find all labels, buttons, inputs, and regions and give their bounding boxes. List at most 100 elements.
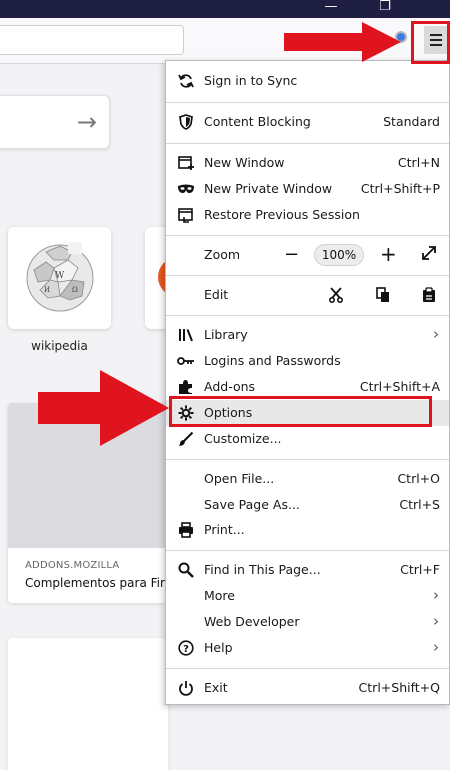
menu-item-help[interactable]: ? Help › [166,635,449,661]
arrow-to-menu-button-icon [284,22,401,62]
restore-session-icon [176,205,196,225]
menu-item-label: Content Blocking [204,114,311,129]
menu-item-exit[interactable]: Exit Ctrl+Shift+Q [166,675,449,701]
menu-button-highlight [411,21,450,64]
menu-item-logins[interactable]: Logins and Passwords [166,348,449,374]
menu-separator [166,315,449,316]
menu-item-label: Web Developer [204,614,300,629]
fullscreen-icon [422,246,436,260]
zoom-reset-button[interactable]: 100% [314,244,364,266]
title-bar: — ❐ [0,0,450,18]
arrow-to-options-icon [38,370,169,446]
restore-button[interactable]: ❐ [370,0,400,18]
menu-item-shortcut: Ctrl+O [397,471,440,486]
menu-item-shortcut: Ctrl+N [397,155,440,170]
menu-item-label: Add-ons [204,379,256,394]
menu-separator [166,668,449,669]
content-blocking-level: Standard [383,114,440,129]
options-highlight [169,396,432,427]
puzzle-piece-icon [176,377,196,397]
menu-item-restore-session[interactable]: Restore Previous Session [166,202,449,228]
new-window-icon [176,153,196,173]
menu-item-print[interactable]: Print... [166,517,449,543]
menu-item-save-page[interactable]: Save Page As... Ctrl+S [166,492,449,518]
menu-edit-controls: Edit [166,282,449,308]
menu-separator [166,235,449,236]
menu-item-label: Library [204,327,248,342]
chevron-right-icon: › [433,638,439,656]
printer-icon [176,520,196,540]
menu-item-new-private-window[interactable]: New Private Window Ctrl+Shift+P [166,176,449,202]
search-arrow-icon[interactable]: → [77,108,97,136]
key-icon [176,351,196,371]
menu-separator [166,275,449,276]
story-card[interactable] [8,638,168,770]
menu-item-content-blocking[interactable]: Content Blocking Standard [166,109,449,135]
app-menu-panel: Sign in to Sync Content Blocking Standar… [165,60,450,705]
menu-separator [166,459,449,460]
menu-item-sign-in[interactable]: Sign in to Sync [166,68,449,94]
menu-item-label: Restore Previous Session [204,207,360,222]
shield-icon [176,112,196,132]
zoom-in-button[interactable]: + [380,242,397,266]
card-source: ADDONS.MOZILLA [25,560,120,571]
private-mask-icon [176,179,196,199]
menu-zoom-controls: Zoom − 100% + [166,242,449,268]
cut-button[interactable] [326,285,346,305]
zoom-out-button[interactable]: − [284,244,299,265]
svg-text:W: W [55,271,65,281]
fullscreen-button[interactable] [420,244,438,266]
power-icon [176,678,196,698]
scissors-icon [329,287,343,303]
card-title: Complementos para Firefox [25,576,168,590]
chevron-right-icon: › [433,612,439,630]
menu-item-more[interactable]: More › [166,583,449,609]
svg-text:Ω: Ω [72,286,78,294]
top-site-label[interactable]: wikipedia [8,339,111,353]
menu-item-shortcut: Ctrl+S [399,497,440,512]
menu-separator [166,143,449,144]
library-icon [176,325,196,345]
menu-item-label: Open File... [204,471,275,486]
copy-icon [376,287,389,302]
menu-item-label: Find in This Page... [204,562,321,577]
svg-text:И: И [44,286,50,294]
copy-button[interactable] [373,285,393,305]
menu-item-web-developer[interactable]: Web Developer › [166,609,449,635]
menu-separator [166,550,449,551]
edit-label: Edit [204,287,229,302]
chevron-right-icon: › [433,586,439,604]
menu-item-label: Save Page As... [204,497,300,512]
menu-item-customize[interactable]: Customize... [166,426,449,452]
search-box[interactable]: → [0,95,110,149]
menu-item-label: New Private Window [204,181,333,196]
top-site-wikipedia[interactable]: W Ω И [8,227,111,329]
menu-item-label: More [204,588,235,603]
svg-text:?: ? [183,644,189,655]
clipboard-icon [423,287,435,302]
menu-item-label: Logins and Passwords [204,353,341,368]
search-icon [176,560,196,580]
menu-item-shortcut: Ctrl+Shift+A [359,379,440,394]
menu-item-new-window[interactable]: New Window Ctrl+N [166,150,449,176]
help-icon: ? [176,638,196,658]
paste-button[interactable] [419,285,439,305]
menu-item-label: Help [204,640,233,655]
sync-icon [176,71,196,91]
wikipedia-globe-icon: W Ω И [26,242,94,312]
menu-item-label: Customize... [204,431,282,446]
menu-item-shortcut: Ctrl+F [400,562,440,577]
menu-item-open-file[interactable]: Open File... Ctrl+O [166,466,449,492]
url-bar[interactable] [0,25,184,55]
zoom-label: Zoom [204,247,241,262]
menu-item-find[interactable]: Find in This Page... Ctrl+F [166,557,449,583]
menu-item-shortcut: Ctrl+Shift+Q [358,680,440,695]
menu-item-library[interactable]: Library › [166,322,449,348]
menu-item-label: New Window [204,155,285,170]
menu-item-label: Exit [204,680,228,695]
minimize-button[interactable]: — [316,0,346,18]
menu-separator [166,102,449,103]
minimize-icon: — [324,0,338,14]
restore-icon: ❐ [379,0,391,14]
menu-item-label: Print... [204,522,245,537]
